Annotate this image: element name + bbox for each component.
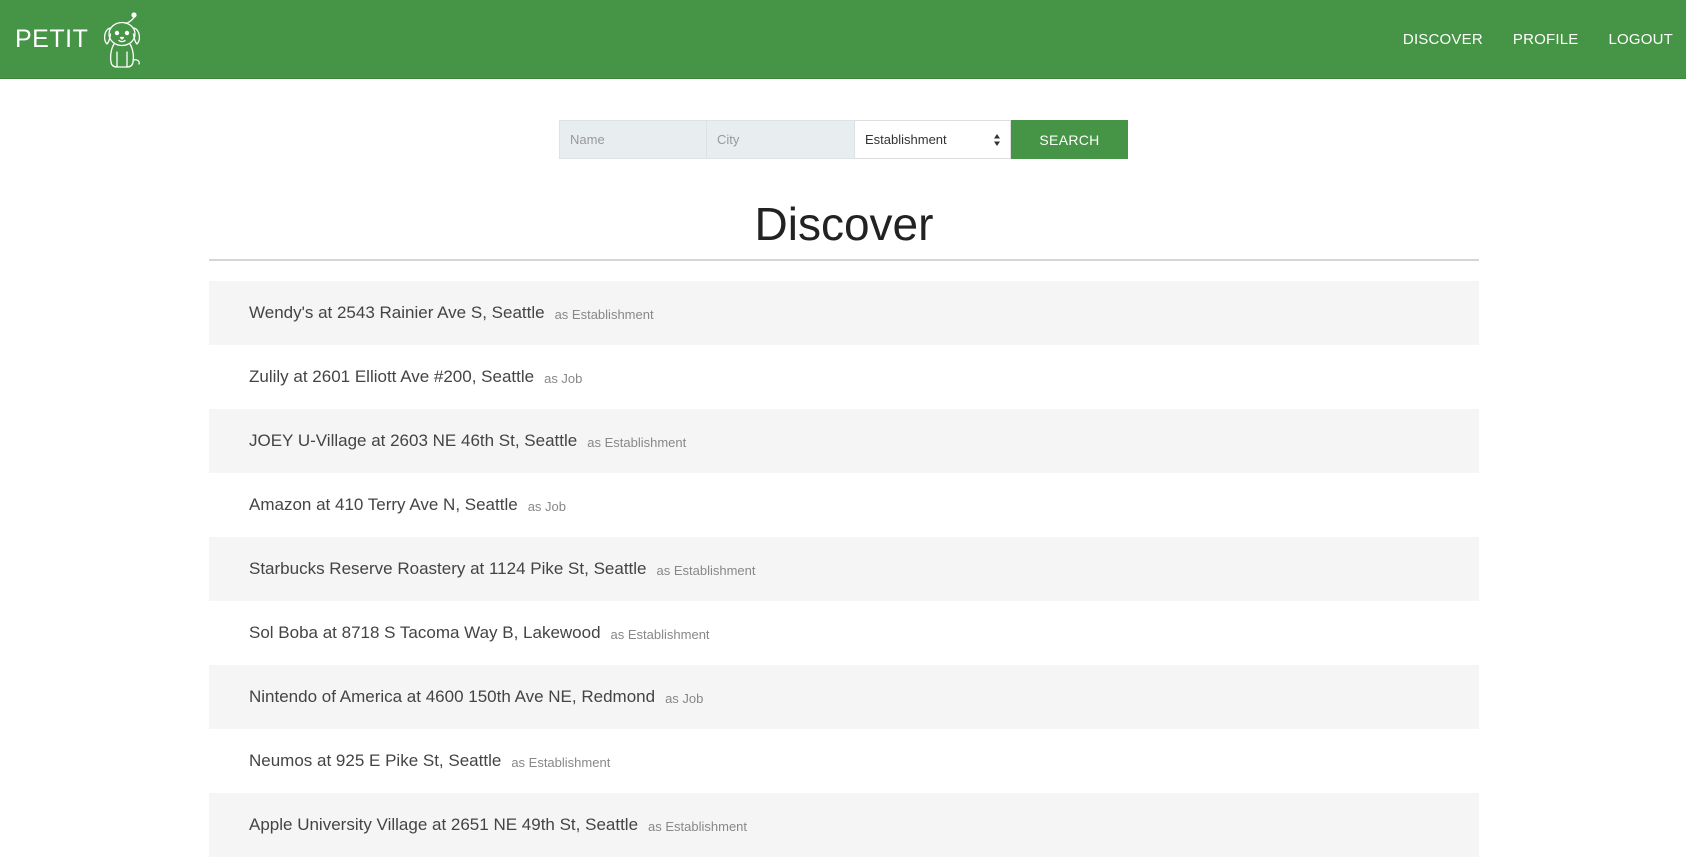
- result-item[interactable]: Wendy's at 2543 Rainier Ave S, Seattle a…: [209, 281, 1479, 345]
- result-item[interactable]: Starbucks Reserve Roastery at 1124 Pike …: [209, 537, 1479, 601]
- result-item[interactable]: Nintendo of America at 4600 150th Ave NE…: [209, 665, 1479, 729]
- result-label: Neumos at 925 E Pike St, Seattle: [249, 751, 502, 770]
- result-label: Zulily at 2601 Elliott Ave #200, Seattle: [249, 367, 535, 386]
- result-item[interactable]: Sol Boba at 8718 S Tacoma Way B, Lakewoo…: [209, 601, 1479, 665]
- result-type: as Establishment: [511, 754, 611, 770]
- page-title: Discover: [754, 198, 934, 250]
- top-navbar: PETIT DISCOVER PROFILE LOGOUT: [0, 0, 1686, 79]
- result-item[interactable]: JOEY U-Village at 2603 NE 46th St, Seatt…: [209, 409, 1479, 473]
- result-type: as Establishment: [656, 562, 756, 578]
- result-item[interactable]: Apple University Village at 2651 NE 49th…: [209, 793, 1479, 857]
- result-label: Amazon at 410 Terry Ave N, Seattle: [249, 495, 518, 514]
- title-divider: [209, 259, 1479, 261]
- type-select-value: Establishment: [865, 132, 947, 147]
- select-arrows-icon: [994, 134, 1000, 146]
- result-type: as Establishment: [554, 306, 654, 322]
- result-label: JOEY U-Village at 2603 NE 46th St, Seatt…: [249, 431, 578, 450]
- result-type: as Establishment: [587, 434, 687, 450]
- type-select[interactable]: Establishment: [855, 120, 1011, 159]
- search-button[interactable]: SEARCH: [1011, 120, 1128, 159]
- result-type: as Job: [527, 498, 567, 514]
- result-label: Nintendo of America at 4600 150th Ave NE…: [249, 687, 656, 706]
- result-label: Starbucks Reserve Roastery at 1124 Pike …: [249, 559, 647, 578]
- result-type: as Job: [544, 370, 583, 386]
- result-label: Sol Boba at 8718 S Tacoma Way B, Lakewoo…: [249, 623, 601, 642]
- result-label: Apple University Village at 2651 NE 49th…: [249, 815, 639, 834]
- result-item[interactable]: Neumos at 925 E Pike St, Seattle as Esta…: [209, 729, 1479, 793]
- result-type: as Job: [665, 690, 704, 706]
- result-item[interactable]: Amazon at 410 Terry Ave N, Seattle as Jo…: [209, 473, 1479, 537]
- result-type: as Establishment: [610, 626, 710, 642]
- result-item[interactable]: Zulily at 2601 Elliott Ave #200, Seattle…: [209, 345, 1479, 409]
- result-label: Wendy's at 2543 Rainier Ave S, Seattle: [249, 303, 545, 322]
- nav-links: DISCOVER PROFILE LOGOUT: [1373, 0, 1673, 79]
- name-search-input[interactable]: [559, 120, 707, 159]
- discover-results-list: Wendy's at 2543 Rainier Ave S, Seattle a…: [209, 281, 1479, 857]
- nav-discover-link[interactable]: DISCOVER: [1403, 31, 1483, 48]
- brand-link[interactable]: PETIT: [15, 0, 144, 79]
- nav-logout-link[interactable]: LOGOUT: [1608, 31, 1673, 48]
- city-search-input[interactable]: [707, 120, 855, 159]
- nav-profile-link[interactable]: PROFILE: [1513, 31, 1579, 48]
- search-form: Establishment SEARCH: [559, 120, 1128, 159]
- dog-mascot-icon: [104, 11, 141, 68]
- brand-name: PETIT: [15, 25, 89, 53]
